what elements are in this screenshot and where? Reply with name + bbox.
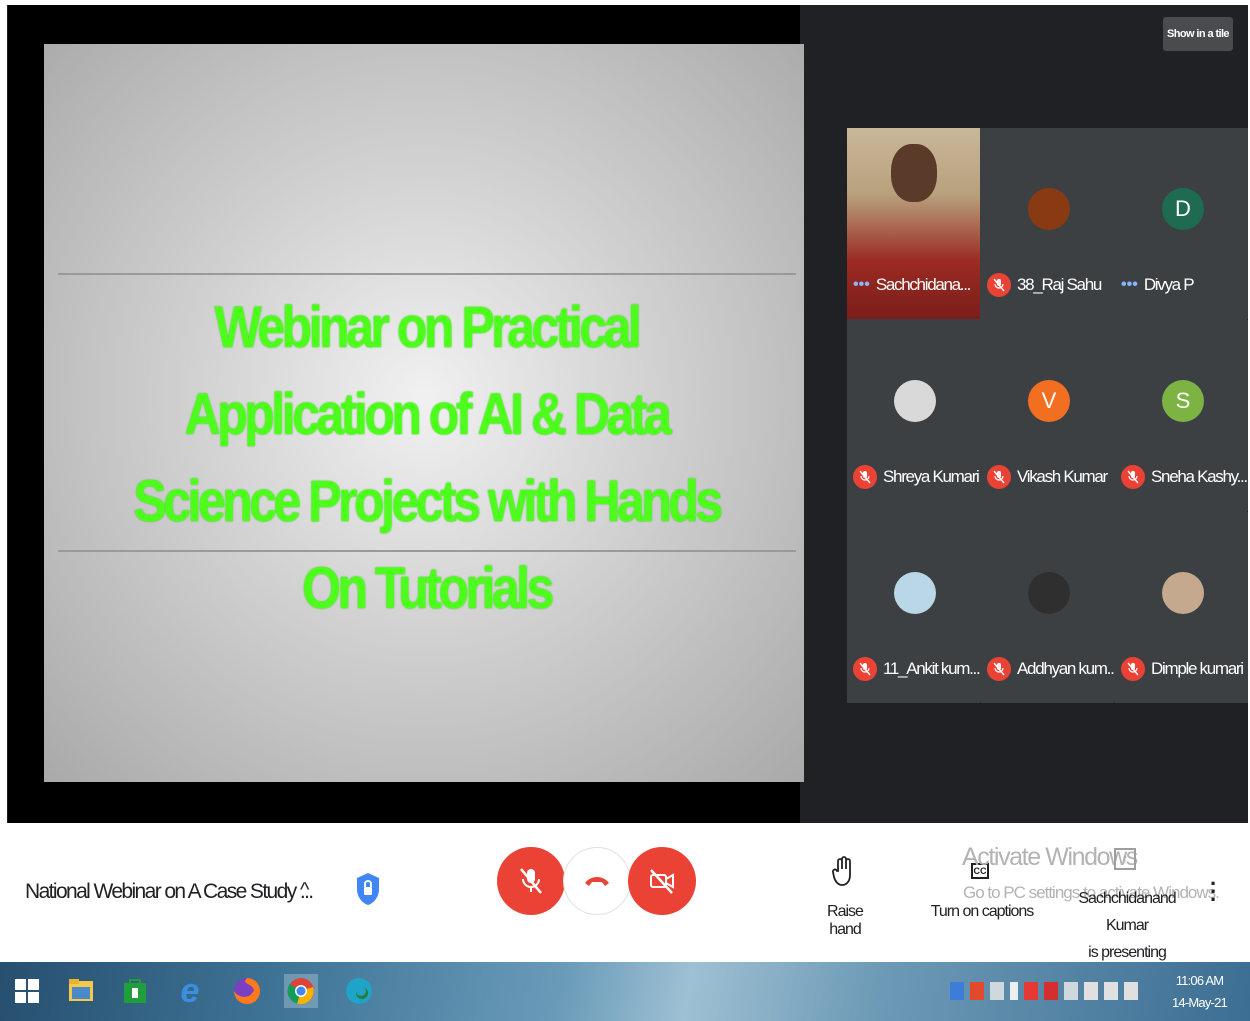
participant-name: Vikash Kumar bbox=[1017, 467, 1108, 486]
participant-nameplate: Vikash Kumar bbox=[987, 462, 1108, 492]
participant-avatar bbox=[1162, 572, 1204, 614]
windows-taskbar: e 11:06 AM 14-May-21 bbox=[0, 962, 1250, 1021]
participant-nameplate: ••• Divya P bbox=[1121, 270, 1195, 300]
captions-label[interactable]: Turn on captions bbox=[930, 903, 1035, 921]
participant-tile[interactable]: D ••• Divya P bbox=[1115, 128, 1248, 319]
slide-title: Webinar on Practical Application of AI &… bbox=[133, 295, 723, 621]
store-icon[interactable] bbox=[118, 974, 152, 1008]
clock-date: 14-May-21 bbox=[1172, 995, 1228, 1010]
participant-tile[interactable]: 11_Ankit kum... bbox=[847, 512, 981, 703]
microphone-off-button[interactable] bbox=[497, 847, 565, 915]
mic-off-icon bbox=[853, 657, 877, 681]
participant-face bbox=[891, 144, 937, 202]
participant-avatar bbox=[1028, 188, 1070, 230]
mic-off-icon bbox=[987, 273, 1011, 297]
tray-app-icon[interactable] bbox=[950, 982, 964, 1000]
participant-nameplate: Addhyan kum... bbox=[987, 654, 1118, 684]
participant-avatar bbox=[894, 380, 936, 422]
video-off-icon bbox=[650, 869, 674, 894]
volume-icon[interactable] bbox=[1124, 982, 1138, 1000]
tray-app-icon[interactable] bbox=[1064, 982, 1078, 1000]
participant-name: Sneha Kashy... bbox=[1151, 467, 1248, 486]
participant-tile[interactable]: 38_Raj Sahu bbox=[981, 128, 1114, 319]
arrow-up-box-icon[interactable]: ↑ bbox=[1114, 848, 1136, 870]
participant-name: 38_Raj Sahu bbox=[1017, 275, 1102, 294]
participant-nameplate: Sneha Kashy... bbox=[1121, 462, 1248, 492]
battery-icon[interactable] bbox=[1010, 982, 1018, 1000]
participant-nameplate: 38_Raj Sahu bbox=[987, 270, 1102, 300]
participant-tile[interactable]: Dimple kumari bbox=[1115, 512, 1248, 703]
tray-app-icon[interactable] bbox=[970, 982, 984, 1000]
internet-explorer-icon[interactable]: e bbox=[173, 972, 207, 1010]
meeting-title[interactable]: National Webinar on A Case Study ... bbox=[25, 880, 314, 904]
leave-call-button[interactable] bbox=[563, 847, 631, 915]
mic-off-icon bbox=[987, 657, 1011, 681]
participant-grid: ••• Sachchidana... 38_Raj Sahu D ••• Divya P S… bbox=[847, 128, 1248, 703]
tray-app-icon[interactable] bbox=[1044, 982, 1058, 1000]
tray-app-icon[interactable] bbox=[1024, 982, 1038, 1000]
raise-hand-label[interactable]: Raise hand bbox=[810, 903, 880, 939]
participant-tile[interactable]: S Sneha Kashy... bbox=[1115, 320, 1248, 511]
file-explorer-icon[interactable] bbox=[64, 974, 98, 1008]
mic-off-icon bbox=[520, 868, 542, 894]
hand-icon[interactable] bbox=[832, 855, 856, 887]
participant-name: Sachchidana... bbox=[875, 275, 972, 294]
network-icon[interactable] bbox=[1084, 982, 1098, 1000]
firefox-icon[interactable] bbox=[230, 974, 264, 1008]
presenting-status: Sachchidanand Kumar is presenting bbox=[1063, 885, 1191, 966]
activate-windows-title: Activate Windows bbox=[962, 843, 1138, 871]
participant-avatar: D bbox=[1162, 188, 1204, 230]
chevron-up-icon[interactable]: ^ bbox=[300, 879, 309, 902]
participant-nameplate: Shreya Kumari bbox=[853, 462, 980, 492]
windows-start-icon[interactable] bbox=[10, 974, 44, 1008]
participant-avatar bbox=[894, 572, 936, 614]
participant-avatar: S bbox=[1162, 380, 1204, 422]
meeting-control-bar: National Webinar on A Case Study ... ^ R… bbox=[0, 825, 1250, 961]
presentation-slide: Webinar on Practical Application of AI &… bbox=[44, 44, 804, 782]
more-options-icon[interactable]: · · · bbox=[1210, 873, 1217, 911]
shield-lock-icon[interactable] bbox=[354, 871, 382, 907]
participant-nameplate: Dimple kumari bbox=[1121, 654, 1244, 684]
edge-icon[interactable] bbox=[342, 974, 376, 1008]
flag-icon[interactable] bbox=[1104, 982, 1118, 1000]
participant-avatar bbox=[1028, 572, 1070, 614]
participant-name: Addhyan kum... bbox=[1017, 659, 1118, 678]
mic-off-icon bbox=[1121, 465, 1145, 489]
phone-hangup-icon bbox=[585, 877, 609, 886]
participant-name: Shreya Kumari bbox=[883, 467, 980, 486]
participant-name: 11_Ankit kum... bbox=[883, 659, 981, 678]
mic-off-icon bbox=[853, 465, 877, 489]
camera-off-button[interactable] bbox=[628, 847, 696, 915]
show-in-tile-button[interactable]: Show in a tile bbox=[1163, 17, 1233, 51]
participant-avatar: V bbox=[1028, 380, 1070, 422]
mic-off-icon bbox=[1121, 657, 1145, 681]
speaking-indicator-icon: ••• bbox=[1121, 276, 1138, 293]
system-tray bbox=[950, 982, 1138, 1000]
speaking-indicator-icon: ••• bbox=[853, 276, 870, 293]
participant-tile[interactable]: ••• Sachchidana... bbox=[847, 128, 980, 319]
participant-nameplate: 11_Ankit kum... bbox=[853, 654, 981, 684]
clock-time: 11:06 AM bbox=[1175, 973, 1224, 988]
taskbar-clock[interactable]: 11:06 AM 14-May-21 bbox=[1172, 970, 1228, 1014]
participant-tile[interactable]: Addhyan kum... bbox=[981, 512, 1118, 703]
chrome-icon[interactable] bbox=[284, 974, 318, 1008]
participant-name: Divya P bbox=[1143, 275, 1195, 294]
mic-off-icon bbox=[987, 465, 1011, 489]
participant-nameplate: ••• Sachchidana... bbox=[853, 270, 972, 300]
participant-name: Dimple kumari bbox=[1151, 659, 1244, 678]
presenter-name: Sachchidanand Kumar bbox=[1078, 890, 1176, 934]
participant-tile[interactable]: V Vikash Kumar bbox=[981, 320, 1114, 511]
participant-tile[interactable]: Shreya Kumari bbox=[847, 320, 980, 511]
tray-app-icon[interactable] bbox=[990, 982, 1004, 1000]
